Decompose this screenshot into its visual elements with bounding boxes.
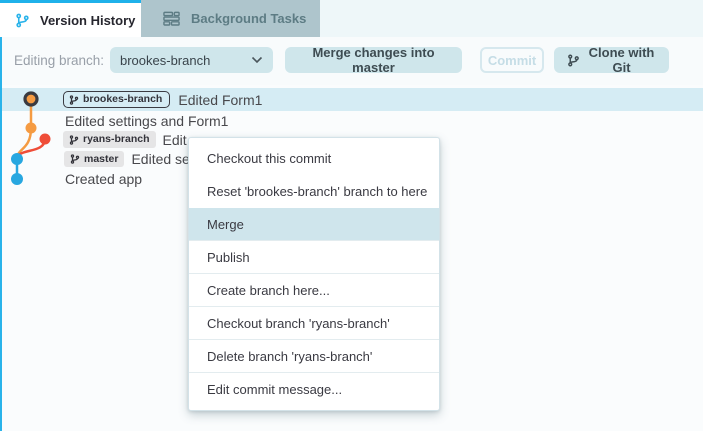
- tab-background-tasks-label: Background Tasks: [191, 11, 307, 26]
- git-branch-icon: [15, 13, 30, 28]
- commit-node[interactable]: [11, 153, 23, 165]
- menu-item-edit-commit-message[interactable]: Edit commit message...: [189, 373, 439, 406]
- tab-background-tasks[interactable]: Background Tasks: [141, 0, 320, 37]
- branch-badge-ryans: ryans-branch: [63, 131, 156, 148]
- tab-bar: Version History Background Tasks: [0, 0, 703, 37]
- commit-row[interactable]: Edited settings and Form1: [65, 111, 228, 131]
- commit-row[interactable]: master Edited se: [64, 149, 190, 169]
- branch-badge-label: brookes-branch: [83, 93, 163, 106]
- commit-context-menu: Checkout this commit Reset 'brookes-bran…: [188, 137, 440, 411]
- commit-button[interactable]: Commit: [480, 47, 544, 73]
- commit-node[interactable]: [39, 133, 51, 145]
- branch-badge-brookes: brookes-branch: [63, 90, 171, 109]
- menu-item-reset-branch[interactable]: Reset 'brookes-branch' branch to here: [189, 175, 439, 208]
- menu-item-checkout-commit[interactable]: Checkout this commit: [189, 142, 439, 175]
- tab-version-history-label: Version History: [40, 12, 136, 28]
- commit-node[interactable]: [25, 122, 37, 134]
- branch-badge-master: master: [64, 150, 125, 168]
- commit-message: Edit: [162, 131, 187, 148]
- commit-message: Edited Form1: [178, 91, 263, 108]
- commit-row[interactable]: ryans-branch Edit: [63, 130, 187, 149]
- tasks-stack-icon: [163, 11, 180, 26]
- version-history-panel: Version History Background Tasks Editing…: [0, 0, 703, 431]
- menu-item-publish[interactable]: Publish: [189, 241, 439, 274]
- branch-badge-label: ryans-branch: [83, 133, 150, 146]
- menu-item-merge[interactable]: Merge: [189, 208, 439, 241]
- branch-select[interactable]: brookes-branch: [110, 47, 273, 73]
- commit-row[interactable]: brookes-branch Edited Form1: [63, 88, 262, 111]
- commit-message: Edited se: [131, 151, 190, 167]
- clone-with-git-label: Clone with Git: [588, 45, 655, 75]
- menu-item-delete-branch[interactable]: Delete branch 'ryans-branch': [189, 340, 439, 373]
- clone-with-git-button[interactable]: Clone with Git: [554, 45, 669, 75]
- branch-badge-label: master: [84, 152, 119, 165]
- tab-version-history[interactable]: Version History: [0, 0, 141, 37]
- commit-node[interactable]: [11, 173, 23, 185]
- branch-select-value: brookes-branch: [120, 52, 211, 68]
- toolbar: Editing branch: brookes-branch Merge cha…: [0, 37, 703, 85]
- chevron-down-icon: [251, 56, 263, 64]
- editing-branch-label: Editing branch:: [14, 53, 105, 68]
- commit-message: Created app: [65, 171, 143, 187]
- commit-message: Edited settings and Form1: [65, 113, 229, 129]
- commit-row[interactable]: Created app: [65, 169, 142, 189]
- menu-item-checkout-branch[interactable]: Checkout branch 'ryans-branch': [189, 307, 439, 340]
- git-branch-icon: [567, 53, 580, 67]
- merge-changes-button[interactable]: Merge changes into master: [285, 45, 462, 75]
- menu-item-create-branch[interactable]: Create branch here...: [189, 274, 439, 307]
